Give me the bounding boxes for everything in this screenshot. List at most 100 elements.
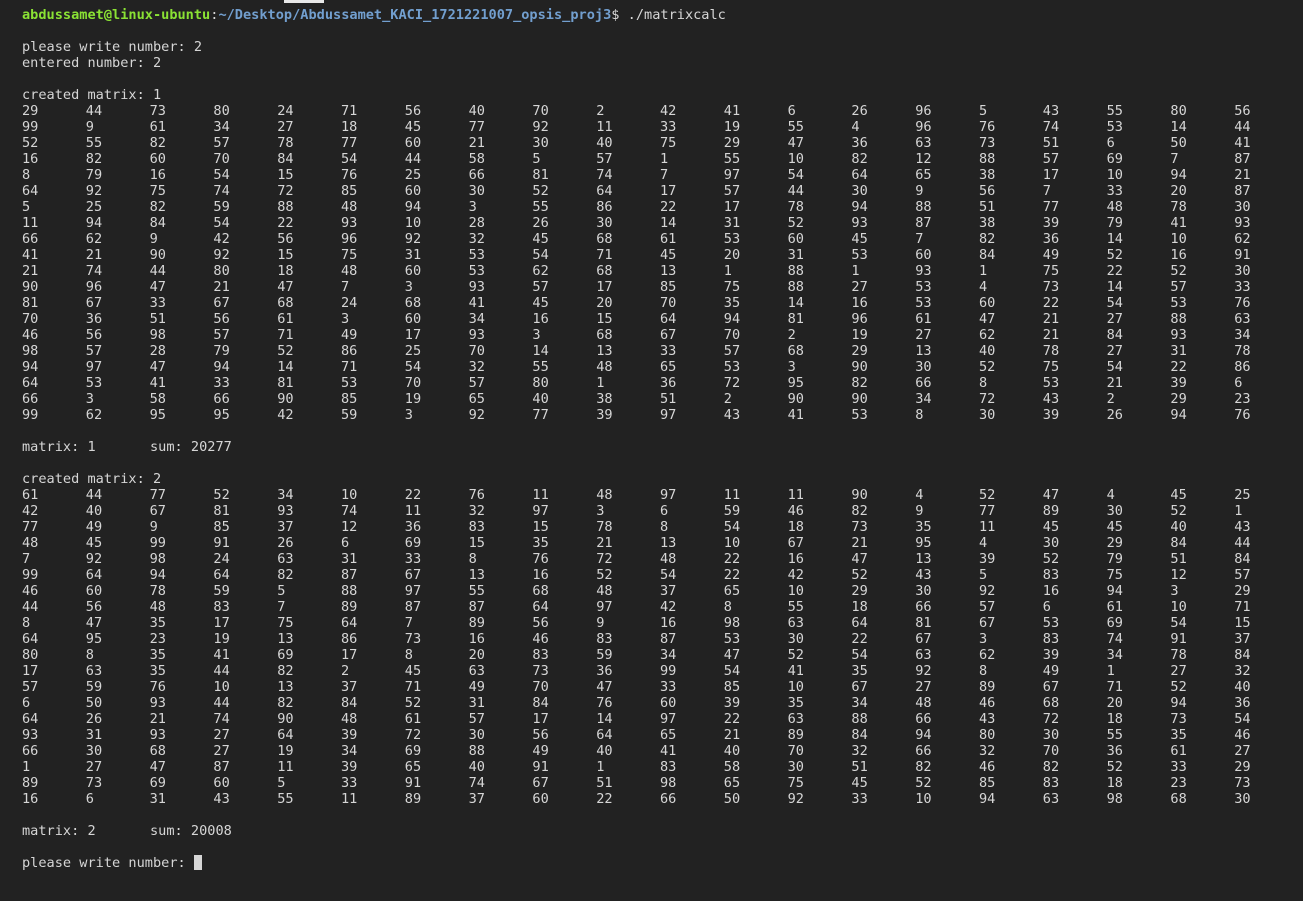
matrix-cell: 63	[277, 551, 294, 567]
matrix-row: 64 92 75 74 72 85 60 30 52 64 17 57 44 30 9 56 7 33 20 87	[22, 183, 1292, 199]
matrix-cell: 45	[660, 247, 677, 263]
matrix-cell: 64	[22, 375, 39, 391]
matrix-cell: 89	[1042, 503, 1060, 519]
matrix-cell: 65	[468, 391, 485, 407]
matrix-cell: 16	[149, 167, 166, 183]
matrix-cell: 30	[851, 183, 868, 199]
matrix-cell: 15	[1234, 615, 1251, 631]
matrix-cell: 53	[1106, 119, 1123, 135]
matrix-cell: 37	[468, 791, 485, 807]
matrix-cell: 77	[149, 487, 166, 503]
matrix-cell: 7	[1170, 151, 1179, 167]
matrix-cell: 6	[341, 535, 350, 551]
matrix-cell: 94	[22, 359, 39, 375]
matrix-cell: 73	[404, 631, 422, 647]
matrix-cell: 42	[660, 599, 677, 615]
matrix-cell: 11	[404, 503, 422, 519]
matrix-row: 90 96 47 21 47 7 3 93 57 17 85 75 88 27 53 4 73 14 57 33	[22, 279, 1292, 295]
matrix-cell: 63	[1234, 311, 1251, 327]
matrix-cell: 60	[213, 775, 230, 791]
matrix-cell: 30	[787, 631, 804, 647]
matrix-cell: 67	[213, 295, 230, 311]
matrix-cell: 90	[787, 391, 804, 407]
matrix-cell: 60	[404, 311, 422, 327]
matrix-cell: 43	[979, 711, 996, 727]
matrix-cell: 21	[1042, 327, 1060, 343]
matrix-cell: 92	[85, 551, 103, 567]
matrix-cell: 46	[22, 583, 39, 599]
text-cursor	[193, 855, 202, 870]
matrix-cell: 94	[85, 215, 103, 231]
matrix-cell: 45	[1042, 519, 1060, 535]
matrix-cell: 90	[22, 279, 39, 295]
matrix-cell: 71	[404, 679, 422, 695]
matrix-cell: 27	[915, 679, 932, 695]
matrix-cell: 41	[787, 663, 804, 679]
matrix-cell: 99	[22, 119, 39, 135]
matrix-row: 77 49 9 85 37 12 36 83 15 78 8 54 18 73 35 11 45 45 40 43	[22, 519, 1292, 535]
matrix-cell: 21	[85, 247, 103, 263]
matrix-cell: 35	[1170, 727, 1187, 743]
matrix-cell: 11	[532, 487, 549, 503]
matrix-cell: 65	[915, 167, 932, 183]
matrix-cell: 45	[1106, 519, 1123, 535]
matrix-cell: 59	[213, 583, 230, 599]
matrix-row: 6 50 93 44 82 84 52 31 84 76 60 39 35 34 48 46 68 20 94 36	[22, 695, 1292, 711]
matrix-cell: 94	[1170, 167, 1187, 183]
matrix-cell: 32	[1234, 663, 1251, 679]
matrix-cell: 14	[660, 215, 677, 231]
matrix-cell: 35	[723, 295, 741, 311]
matrix-cell: 84	[1106, 327, 1123, 343]
matrix-cell: 64	[851, 615, 868, 631]
matrix-cell: 91	[1170, 631, 1187, 647]
matrix-cell: 27	[851, 279, 868, 295]
matrix-cell: 48	[341, 263, 358, 279]
matrix-cell: 84	[532, 695, 549, 711]
matrix-cell: 11	[723, 487, 741, 503]
matrix-cell: 63	[468, 663, 485, 679]
matrix-cell: 81	[277, 375, 294, 391]
matrix-cell: 8	[85, 647, 94, 663]
matrix-cell: 25	[85, 199, 103, 215]
matrix-cell: 87	[660, 631, 677, 647]
matrix-cell: 44	[149, 263, 166, 279]
matrix-cell: 50	[1170, 135, 1187, 151]
matrix-cell: 76	[979, 119, 996, 135]
matrix-cell: 32	[468, 359, 485, 375]
matrix-cell: 28	[468, 215, 485, 231]
matrix-cell: 60	[787, 231, 804, 247]
matrix-cell: 78	[149, 583, 166, 599]
final-prompt-line[interactable]: please write number:	[22, 855, 1292, 871]
matrix-cell: 89	[404, 791, 422, 807]
matrix-cell: 82	[277, 695, 294, 711]
matrix-cell: 7	[22, 551, 31, 567]
matrix-cell: 57	[532, 279, 549, 295]
terminal-output[interactable]: abdussamet@linux-ubuntu:~/Desktop/Abduss…	[22, 7, 1292, 871]
matrix-cell: 25	[404, 167, 422, 183]
user-host: abdussamet@linux-ubuntu	[22, 7, 211, 23]
matrix-cell: 94	[213, 359, 230, 375]
matrix-cell: 22	[660, 199, 677, 215]
matrix-cell: 26	[85, 711, 103, 727]
matrix-cell: 63	[787, 615, 804, 631]
matrix-sum-label: sum: 20008	[150, 823, 232, 839]
matrix-cell: 87	[1234, 151, 1251, 167]
matrix-cell: 19	[404, 391, 422, 407]
matrix-cell: 13	[915, 343, 932, 359]
matrix-cell: 47	[723, 647, 741, 663]
input-prompt-line: please write number: 2	[22, 39, 203, 55]
matrix-cell: 27	[277, 119, 294, 135]
matrix-cell: 53	[851, 247, 868, 263]
matrix-cell: 80	[22, 647, 39, 663]
matrix-cell: 48	[1106, 199, 1123, 215]
matrix-cell: 5	[979, 567, 988, 583]
matrix-cell: 46	[1234, 727, 1251, 743]
matrix-cell: 29	[1234, 759, 1251, 775]
matrix-cell: 33	[404, 551, 422, 567]
matrix-cell: 30	[468, 183, 485, 199]
matrix-block-2: created matrix: 2 61 44 77 52 34 10 22 76 11 48 97…	[22, 471, 1292, 855]
matrix-cell: 75	[1042, 359, 1060, 375]
matrix-row: 98 57 28 79 52 86 25 70 14 13 33 57 68 29 13 40 78 27 31 78	[22, 343, 1292, 359]
matrix-cell: 63	[787, 711, 804, 727]
matrix-cell: 14	[532, 343, 549, 359]
